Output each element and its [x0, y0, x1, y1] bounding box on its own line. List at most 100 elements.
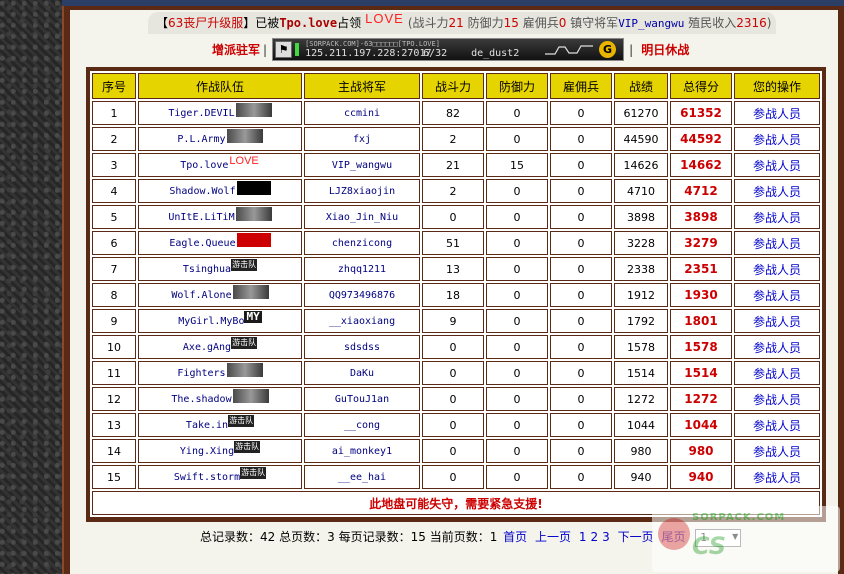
header-record: 战绩 — [614, 73, 668, 99]
first-page-link[interactable]: 首页 — [503, 530, 527, 544]
team-cell: Tiger.DEVIL — [138, 101, 302, 125]
occupier-general: VIP_wangwu — [618, 17, 685, 30]
total-score-cell: 980 — [670, 439, 732, 463]
team-name: The.shadow — [171, 394, 232, 405]
merc-cell: 0 — [550, 205, 612, 229]
current-page: 1 — [489, 530, 498, 544]
participants-link[interactable]: 参战人员 — [753, 445, 801, 459]
team-name: UnItE.LiTiM — [168, 212, 235, 223]
server-address: 125.211.197.228:27017 — [305, 48, 432, 59]
combat-cell: 9 — [422, 309, 484, 333]
participants-link[interactable]: 参战人员 — [753, 159, 801, 173]
total-score-cell: 61352 — [670, 101, 732, 125]
team-cell: Eagle.Queue — [138, 231, 302, 255]
team-name: Axe.gAng — [182, 342, 232, 353]
total-pages: 3 — [327, 530, 335, 544]
header-general: 主战将军 — [304, 73, 420, 99]
next-page-link[interactable]: 下一页 — [618, 530, 654, 544]
table-row: 3 Tpo.loveLOVE VIP_wangwu 21 15 0 14626 14662 参战… — [92, 153, 820, 177]
watermark-site: SORPACK.COM — [692, 512, 786, 523]
combat-cell: 0 — [422, 439, 484, 463]
participants-link[interactable]: 参战人员 — [753, 419, 801, 433]
header-total: 总得分 — [670, 73, 732, 99]
participants-link[interactable]: 参战人员 — [753, 185, 801, 199]
merc-cell: 0 — [550, 335, 612, 359]
general-cell: VIP_wangwu — [304, 153, 420, 177]
general-cell: DaKu — [304, 361, 420, 385]
record-cell: 2338 — [614, 257, 668, 281]
table-row: 5 UnItE.LiTiM Xiao_Jin_Niu 0 0 0 3898 3898 参战人员 — [92, 205, 820, 229]
general-cell: chenzicong — [304, 231, 420, 255]
team-logo-icon — [235, 103, 272, 117]
defense-cell: 0 — [486, 387, 548, 411]
operation-cell: 参战人员 — [734, 231, 820, 255]
occupier-combat: 21 — [448, 16, 464, 30]
combat-cell: 18 — [422, 283, 484, 307]
team-cell: Wolf.Alone — [138, 283, 302, 307]
defense-cell: 0 — [486, 205, 548, 229]
combat-cell: 0 — [422, 205, 484, 229]
participants-link[interactable]: 参战人员 — [753, 393, 801, 407]
page-3-link[interactable]: 3 — [602, 530, 610, 544]
team-logo-icon — [235, 207, 272, 221]
header-no: 序号 — [92, 73, 136, 99]
server-map: de_dust2 — [471, 48, 520, 59]
reinforce-link[interactable]: 增派驻军 — [212, 43, 260, 57]
table-row: 12 The.shadow GuTouJ1an 0 0 0 1272 1272 参战人员 — [92, 387, 820, 411]
total-score-cell: 4712 — [670, 179, 732, 203]
participants-link[interactable]: 参战人员 — [753, 289, 801, 303]
record-cell: 1272 — [614, 387, 668, 411]
rank-cell: 9 — [92, 309, 136, 333]
combat-cell: 51 — [422, 231, 484, 255]
operation-cell: 参战人员 — [734, 153, 820, 177]
participants-link[interactable]: 参战人员 — [753, 107, 801, 121]
general-cell: zhqq1211 — [304, 257, 420, 281]
defense-cell: 0 — [486, 361, 548, 385]
love-logo-icon: LOVE — [365, 12, 404, 26]
current-page-label: 当前页数： — [425, 530, 490, 544]
rank-cell: 14 — [92, 439, 136, 463]
team-name: Take.in — [185, 420, 229, 431]
table-row: 15 Swift.storm游击队 __ee_hai 0 0 0 940 940 参战人员 — [92, 465, 820, 489]
table-row: 1 Tiger.DEVIL ccmini 82 0 0 61270 61352 参战人员 — [92, 101, 820, 125]
merc-cell: 0 — [550, 309, 612, 333]
participants-link[interactable]: 参战人员 — [753, 341, 801, 355]
general-cell: Xiao_Jin_Niu — [304, 205, 420, 229]
participants-link[interactable]: 参战人员 — [753, 315, 801, 329]
general-cell: QQ973496876 — [304, 283, 420, 307]
participants-link[interactable]: 参战人员 — [753, 133, 801, 147]
server-prefix: 【 — [156, 16, 169, 30]
prev-page-link[interactable]: 上一页 — [535, 530, 571, 544]
participants-link[interactable]: 参战人员 — [753, 263, 801, 277]
rank-cell: 10 — [92, 335, 136, 359]
server-status-banner[interactable]: ⚑ [SORPACK.COM]-63□□□□□□[TPO.LOVE] 125.2… — [272, 38, 625, 61]
g-logo-icon: G — [599, 41, 617, 58]
ping-wave-icon — [545, 45, 594, 55]
team-cell: Axe.gAng游击队 — [138, 335, 302, 359]
table-header-row: 序号 作战队伍 主战将军 战斗力 防御力 雇佣兵 战绩 总得分 您的操作 — [92, 73, 820, 99]
total-score-cell: 3279 — [670, 231, 732, 255]
stats-close: ) — [766, 16, 772, 30]
server-name: 63丧尸升级服 — [168, 16, 244, 30]
total-score-cell: 1578 — [670, 335, 732, 359]
page-1-link[interactable]: 1 — [579, 530, 587, 544]
defense-cell: 0 — [486, 439, 548, 463]
table-row: 9 MyGirl.MyBo MY __xiaoxiang 9 0 0 1792 1801 参战人员 — [92, 309, 820, 333]
merc-cell: 0 — [550, 413, 612, 437]
participants-link[interactable]: 参战人员 — [753, 471, 801, 485]
defense-cell: 0 — [486, 257, 548, 281]
participants-link[interactable]: 参战人员 — [753, 367, 801, 381]
general-cell: ccmini — [304, 101, 420, 125]
occupier-defense: 15 — [503, 16, 519, 30]
occupier-income: 2316 — [736, 16, 767, 30]
participants-link[interactable]: 参战人员 — [753, 211, 801, 225]
record-cell: 14626 — [614, 153, 668, 177]
team-name: MyGirl.MyBo — [178, 316, 245, 327]
tomorrow-truce-link[interactable]: 明日休战 — [641, 43, 689, 57]
operation-cell: 参战人员 — [734, 127, 820, 151]
rank-cell: 12 — [92, 387, 136, 411]
participants-link[interactable]: 参战人员 — [753, 237, 801, 251]
page-2-link[interactable]: 2 — [591, 530, 599, 544]
total-score-cell: 14662 — [670, 153, 732, 177]
team-logo-icon: LOVE — [229, 155, 259, 167]
